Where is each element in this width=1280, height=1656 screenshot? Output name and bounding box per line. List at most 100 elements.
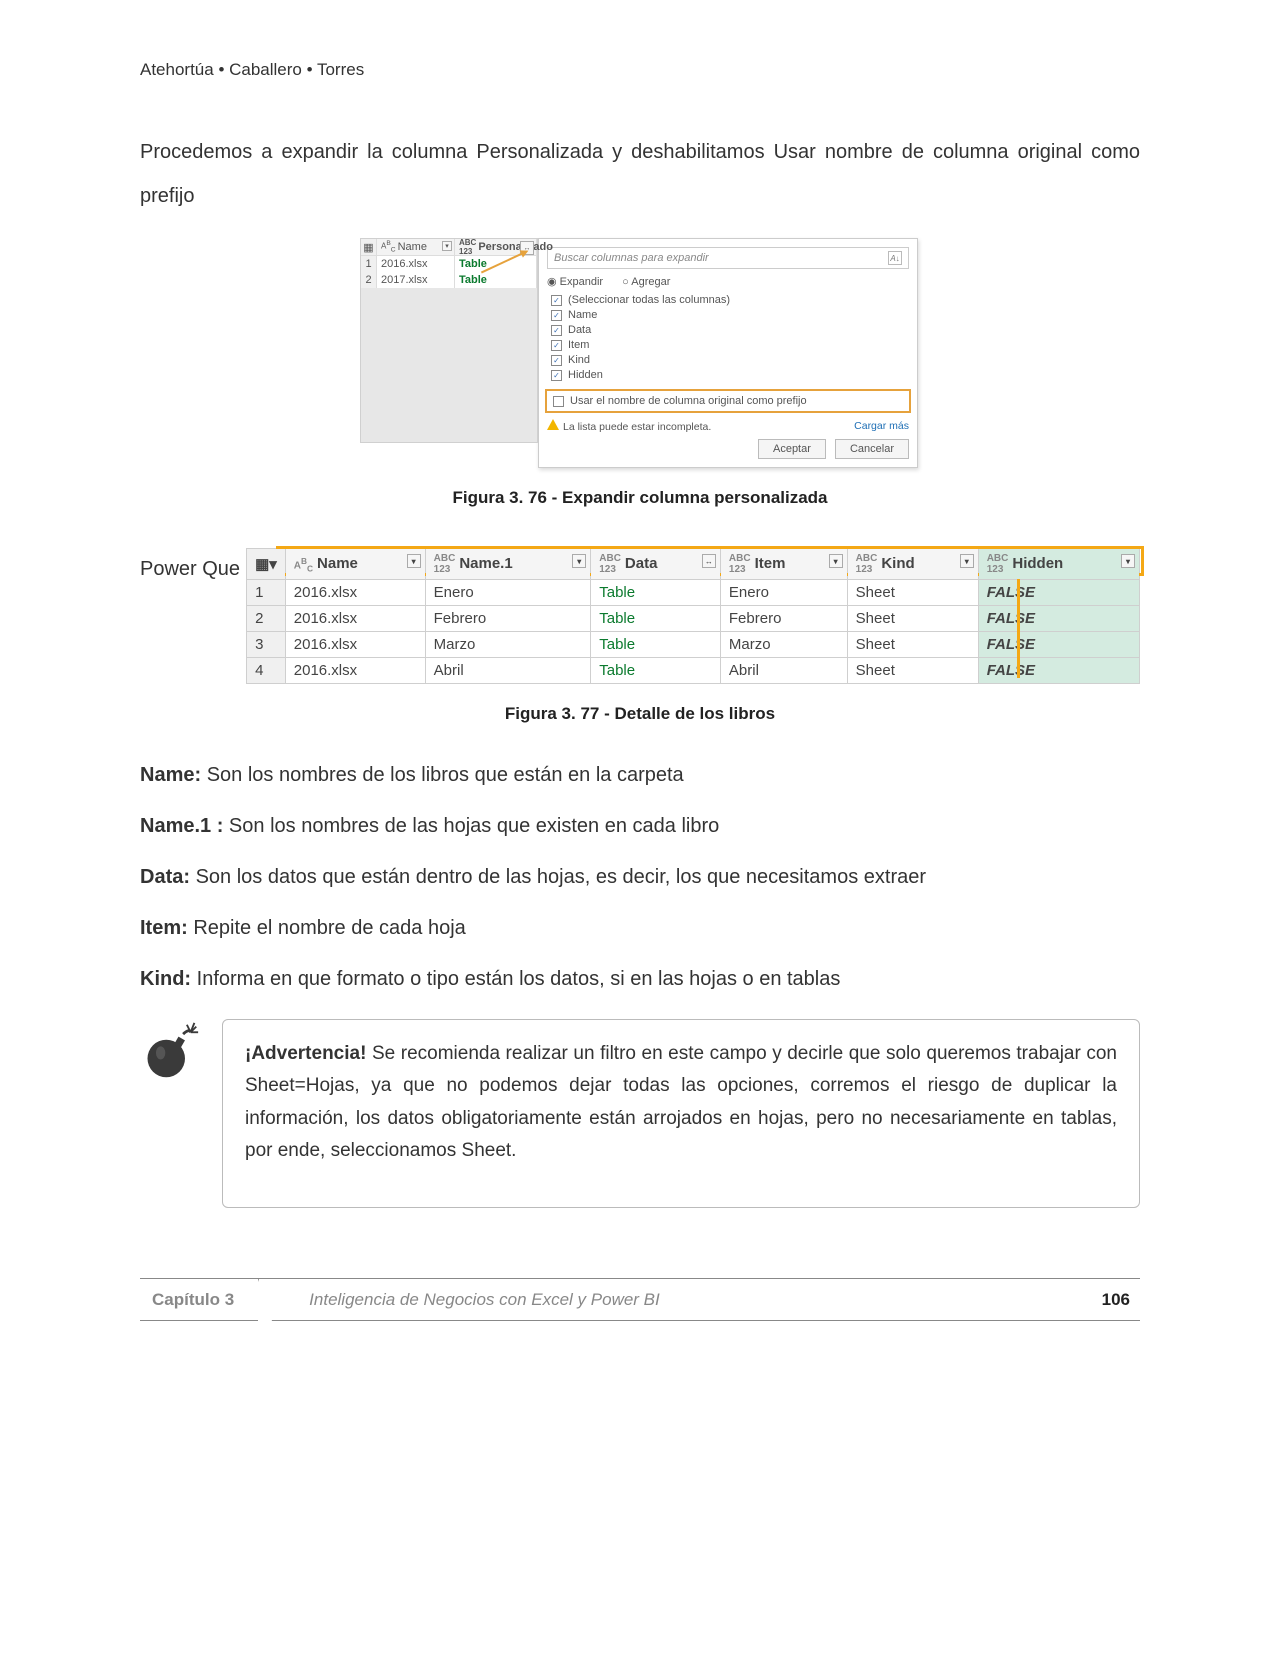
footer-page-number: 106 [1102, 1290, 1140, 1310]
cell-name1: Marzo [425, 632, 591, 658]
expand-icon[interactable]: ↔ [702, 554, 716, 568]
table-corner-icon[interactable]: ▦▾ [247, 549, 286, 580]
desc-data-label: Data: [140, 866, 190, 888]
desc-name1-text: Son los nombres de las hojas que existen… [223, 815, 719, 837]
row-index: 2 [361, 272, 377, 288]
column-header-name[interactable]: ABC Name ▾ [377, 239, 455, 255]
cancel-button[interactable]: Cancelar [835, 439, 909, 459]
cell-name: 2016.xlsx [285, 632, 425, 658]
cell-item: Febrero [720, 606, 847, 632]
checkbox-icon[interactable]: ✓ [551, 325, 562, 336]
cell-kind: Sheet [847, 632, 978, 658]
page-footer: Capítulo 3 Inteligencia de Negocios con … [140, 1278, 1140, 1321]
highlight-line-icon [1017, 574, 1020, 678]
cell-data[interactable]: Table [591, 606, 721, 632]
cell-hidden: FALSE [978, 580, 1139, 606]
cell-name: 2016.xlsx [377, 256, 455, 272]
row-index: 2 [247, 606, 286, 632]
radio-agregar[interactable]: ○ Agregar [622, 276, 670, 288]
row-index: 1 [247, 580, 286, 606]
cell-name: 2016.xlsx [285, 580, 425, 606]
select-all-label: (Seleccionar todas las columnas) [568, 294, 730, 306]
warning-box: ¡Advertencia! Se recomienda realizar un … [222, 1019, 1140, 1208]
column-header-name1[interactable]: ABC123Name.1▾ [425, 549, 591, 580]
figure-76-caption: Figura 3. 76 - Expandir columna personal… [140, 488, 1140, 508]
option-label: Hidden [568, 369, 603, 381]
search-placeholder-text: Buscar columnas para expandir [554, 252, 709, 264]
prefix-checkbox-label: Usar el nombre de columna original como … [570, 395, 807, 407]
cell-kind: Sheet [847, 658, 978, 684]
load-more-link[interactable]: Cargar más [854, 420, 909, 432]
accept-button[interactable]: Aceptar [758, 439, 826, 459]
desc-data-text: Son los datos que están dentro de las ho… [190, 866, 926, 888]
table-row: 22016.xlsxFebreroTableFebreroSheetFALSE [247, 606, 1140, 632]
table-row: 32016.xlsxMarzoTableMarzoSheetFALSE [247, 632, 1140, 658]
checkbox-icon[interactable]: ✓ [551, 310, 562, 321]
column-header-name[interactable]: ABCName▾ [285, 549, 425, 580]
figure-77: ▦▾ ABCName▾ ABC123Name.1▾ ABC123Data↔ AB… [246, 548, 1140, 684]
warning-triangle-icon [547, 419, 559, 430]
checkbox-icon[interactable]: ✓ [551, 355, 562, 366]
cell-data[interactable]: Table [591, 580, 721, 606]
cell-item: Abril [720, 658, 847, 684]
sort-icon[interactable]: A↓ [888, 251, 902, 265]
desc-item-text: Repite el nombre de cada hoja [188, 917, 466, 939]
footer-title: Inteligencia de Negocios con Excel y Pow… [259, 1290, 1101, 1310]
option-label: Kind [568, 354, 590, 366]
cell-hidden: FALSE [978, 632, 1139, 658]
column-header-kind[interactable]: ABC123Kind▾ [847, 549, 978, 580]
warning-label: ¡Advertencia! [245, 1043, 366, 1064]
cell-name: 2016.xlsx [285, 658, 425, 684]
column-header-data[interactable]: ABC123Data↔ [591, 549, 721, 580]
cell-kind: Sheet [847, 606, 978, 632]
checkbox-icon[interactable]: ✓ [551, 340, 562, 351]
cell-name1: Abril [425, 658, 591, 684]
truncated-text-power-query: Power Que [140, 548, 240, 581]
running-header: Atehortúa • Caballero • Torres [140, 60, 1140, 80]
fig76-data-grid: ▦ ABC Name ▾ ABC123 Personalizado ↔ 1 20… [360, 238, 538, 443]
row-index: 1 [361, 256, 377, 272]
dropdown-icon[interactable]: ▾ [407, 554, 421, 568]
intro-paragraph: Procedemos a expandir la columna Persona… [140, 130, 1140, 218]
radio-expandir[interactable]: ◉ Expandir [547, 276, 603, 288]
desc-item-label: Item: [140, 917, 188, 939]
column-header-name-label: Name [398, 241, 427, 253]
dropdown-icon[interactable]: ▾ [572, 554, 586, 568]
desc-name1-label: Name.1 : [140, 815, 223, 837]
desc-kind-label: Kind: [140, 968, 191, 990]
cell-hidden: FALSE [978, 606, 1139, 632]
checkbox-icon[interactable]: ✓ [553, 396, 564, 407]
row-index: 4 [247, 658, 286, 684]
dropdown-icon[interactable]: ▾ [960, 554, 974, 568]
search-columns-input[interactable]: Buscar columnas para expandir A↓ [547, 247, 909, 269]
use-original-prefix-row[interactable]: ✓ Usar el nombre de columna original com… [545, 389, 911, 413]
expand-column-popup: Buscar columnas para expandir A↓ ◉ Expan… [538, 238, 918, 468]
cell-personalizado[interactable]: Table [455, 272, 537, 288]
option-label: Data [568, 324, 591, 336]
desc-kind-text: Informa en que formato o tipo están los … [191, 968, 840, 990]
dropdown-icon[interactable]: ▾ [442, 241, 452, 251]
bomb-icon [140, 1019, 204, 1086]
cell-name1: Enero [425, 580, 591, 606]
cell-item: Marzo [720, 632, 847, 658]
dropdown-icon[interactable]: ▾ [1121, 554, 1135, 568]
column-header-hidden[interactable]: ABC123Hidden▾ [978, 549, 1139, 580]
cell-hidden: FALSE [978, 658, 1139, 684]
desc-name-text: Son los nombres de los libros que están … [201, 764, 684, 786]
option-label: Name [568, 309, 597, 321]
cell-data[interactable]: Table [591, 632, 721, 658]
figure-77-caption: Figura 3. 77 - Detalle de los libros [140, 704, 1140, 724]
warning-text: Se recomienda realizar un filtro en este… [245, 1043, 1117, 1161]
table-corner-icon[interactable]: ▦ [361, 239, 377, 255]
cell-data[interactable]: Table [591, 658, 721, 684]
checkbox-icon[interactable]: ✓ [551, 370, 562, 381]
table-row: 12016.xlsxEneroTableEneroSheetFALSE [247, 580, 1140, 606]
warn-text: La lista puede estar incompleta. [563, 421, 711, 433]
dropdown-icon[interactable]: ▾ [829, 554, 843, 568]
table-row: 42016.xlsxAbrilTableAbrilSheetFALSE [247, 658, 1140, 684]
checkbox-icon[interactable]: ✓ [551, 295, 562, 306]
column-header-personalizado-label: Personalizado [478, 241, 553, 253]
column-header-item[interactable]: ABC123Item▾ [720, 549, 847, 580]
cell-item: Enero [720, 580, 847, 606]
cell-kind: Sheet [847, 580, 978, 606]
